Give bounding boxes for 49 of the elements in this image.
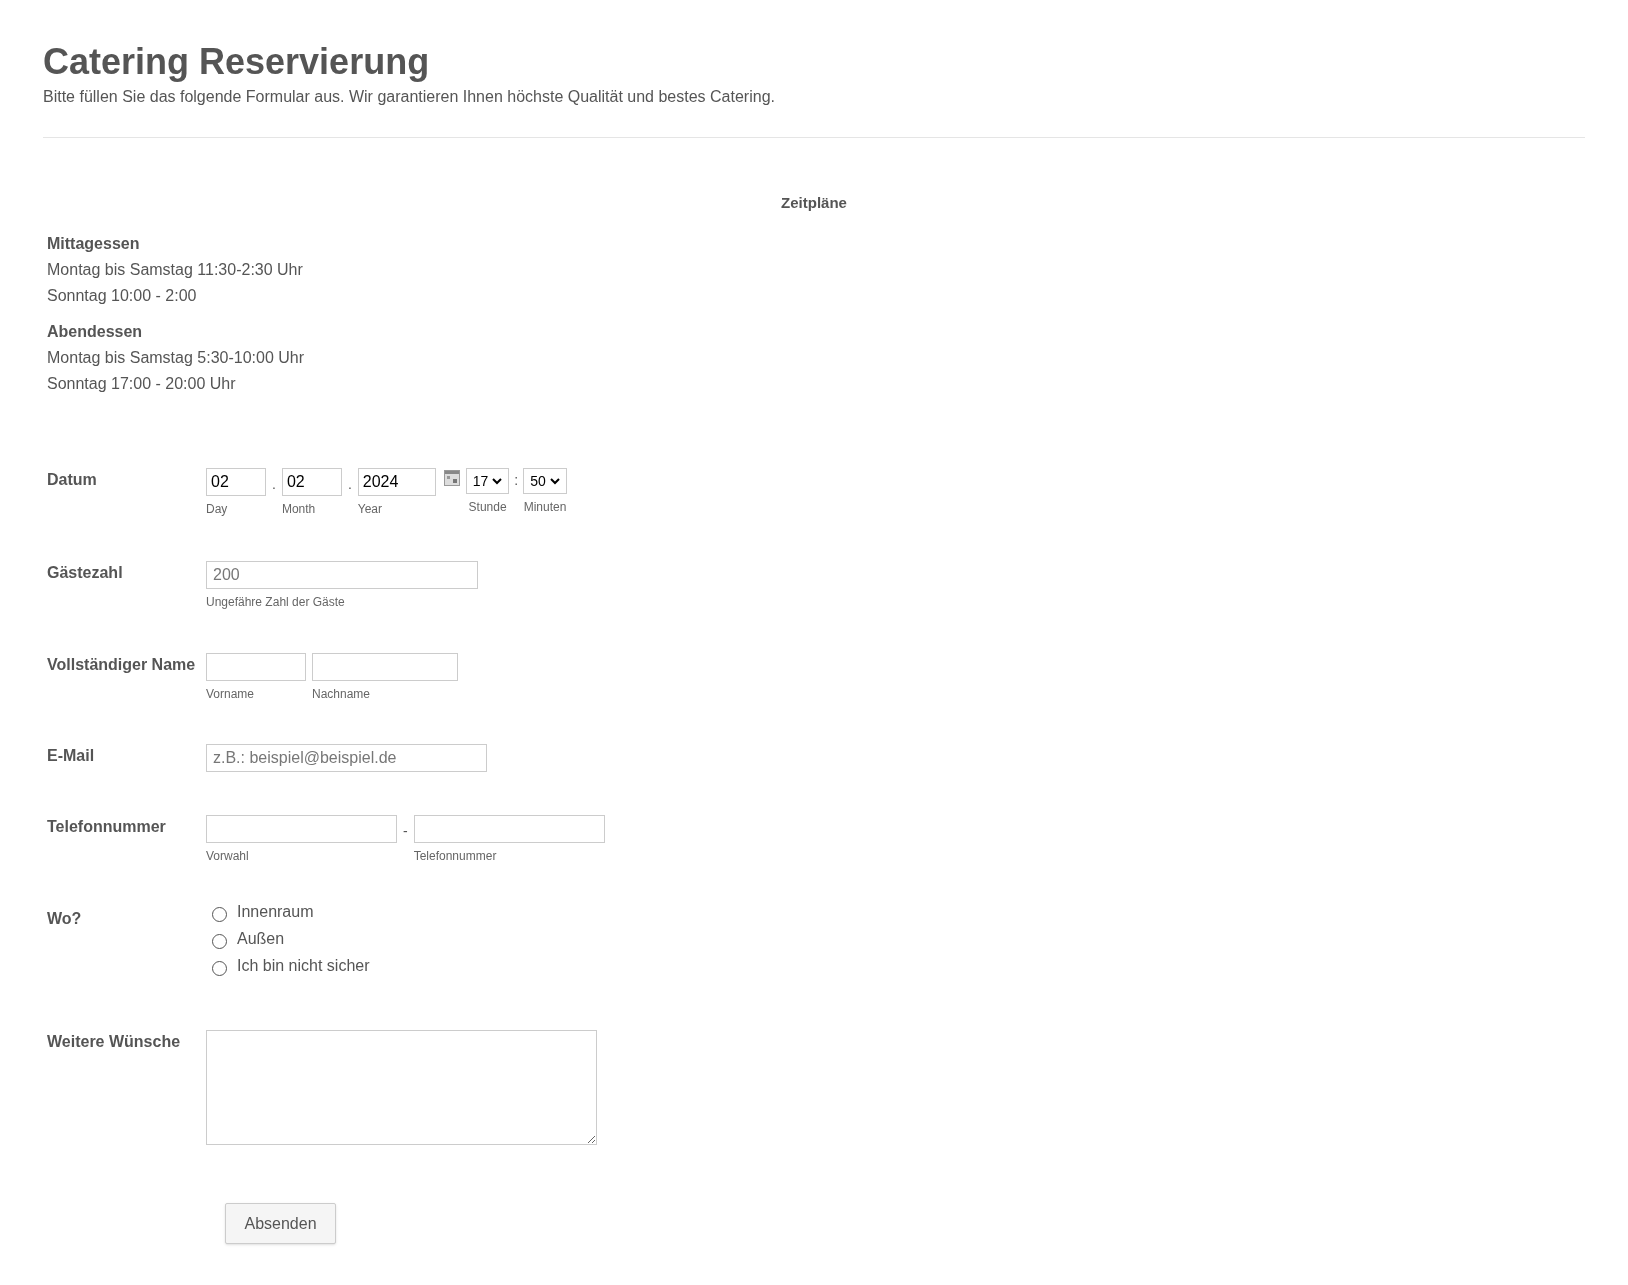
date-input[interactable]: 2024 xyxy=(357,468,436,497)
field-sublabel: Month xyxy=(281,501,317,519)
separator-text: - xyxy=(403,822,408,842)
field-label: Vollständiger Name xyxy=(47,655,197,676)
field-sublabel: Day xyxy=(206,501,229,519)
field-sublabel: Telefonnummer xyxy=(413,848,498,866)
field-sublabel: Vorname xyxy=(206,686,256,704)
field-label: Weitere Wünsche xyxy=(47,1032,182,1053)
separator-text: : xyxy=(514,471,519,491)
schedule-section-title: Mittagessen xyxy=(47,234,141,255)
submit-button[interactable]: Absenden xyxy=(225,1203,336,1245)
field-sublabel: Minuten xyxy=(523,499,567,517)
field-label: Gästezahl xyxy=(47,563,124,584)
schedule-line: Sonntag 17:00 - 20:00 Uhr xyxy=(47,374,237,395)
input-field[interactable] xyxy=(206,815,397,844)
field-sublabel: Year xyxy=(357,501,384,519)
minute-select[interactable]: 50 xyxy=(523,468,567,495)
text-area[interactable] xyxy=(206,1030,597,1146)
schedule-line: Montag bis Samstag 11:30-2:30 Uhr xyxy=(47,260,304,281)
schedule-line: Montag bis Samstag 5:30-10:00 Uhr xyxy=(47,348,306,369)
field-label: E-Mail xyxy=(47,746,96,767)
field-sublabel: Nachname xyxy=(312,686,372,704)
schedule-heading: Zeitpläne xyxy=(781,194,847,212)
input-field[interactable] xyxy=(206,653,306,682)
field-label: Telefonnummer xyxy=(47,817,167,838)
radio-label: Innenraum xyxy=(237,902,314,923)
radio-label: Außen xyxy=(237,929,285,950)
field-sublabel: Stunde xyxy=(468,499,507,517)
schedule-section-title: Abendessen xyxy=(47,322,144,343)
calendar-icon[interactable] xyxy=(443,470,460,487)
date-input[interactable]: 02 xyxy=(281,468,342,497)
page-subtitle: Bitte füllen Sie das folgende Formular aus. Wir garantieren Ihnen höchste Qualität und bestes Catering. xyxy=(43,87,776,108)
input-field[interactable] xyxy=(312,653,458,682)
input-field[interactable] xyxy=(413,815,605,844)
date-input[interactable]: 02 xyxy=(206,468,266,497)
separator-text: . xyxy=(347,475,352,495)
field-sublabel: Vorwahl xyxy=(206,848,250,866)
field-label: Datum xyxy=(47,470,98,491)
input-field[interactable]: z.B.: beispiel@beispiel.de xyxy=(206,744,487,773)
field-label: Wo? xyxy=(47,909,83,930)
separator-text: . xyxy=(272,475,276,495)
schedule-line: Sonntag 10:00 - 2:00 xyxy=(47,286,198,307)
chevron-down-icon xyxy=(492,477,503,485)
input-field[interactable]: 200 xyxy=(206,561,478,590)
page-title: Catering Reservierung xyxy=(43,40,431,84)
hour-select[interactable]: 17 xyxy=(465,468,510,495)
radio-label: Ich bin nicht sicher xyxy=(237,956,370,977)
field-sublabel: Ungefähre Zahl der Gäste xyxy=(206,594,346,612)
chevron-down-icon xyxy=(549,477,560,485)
